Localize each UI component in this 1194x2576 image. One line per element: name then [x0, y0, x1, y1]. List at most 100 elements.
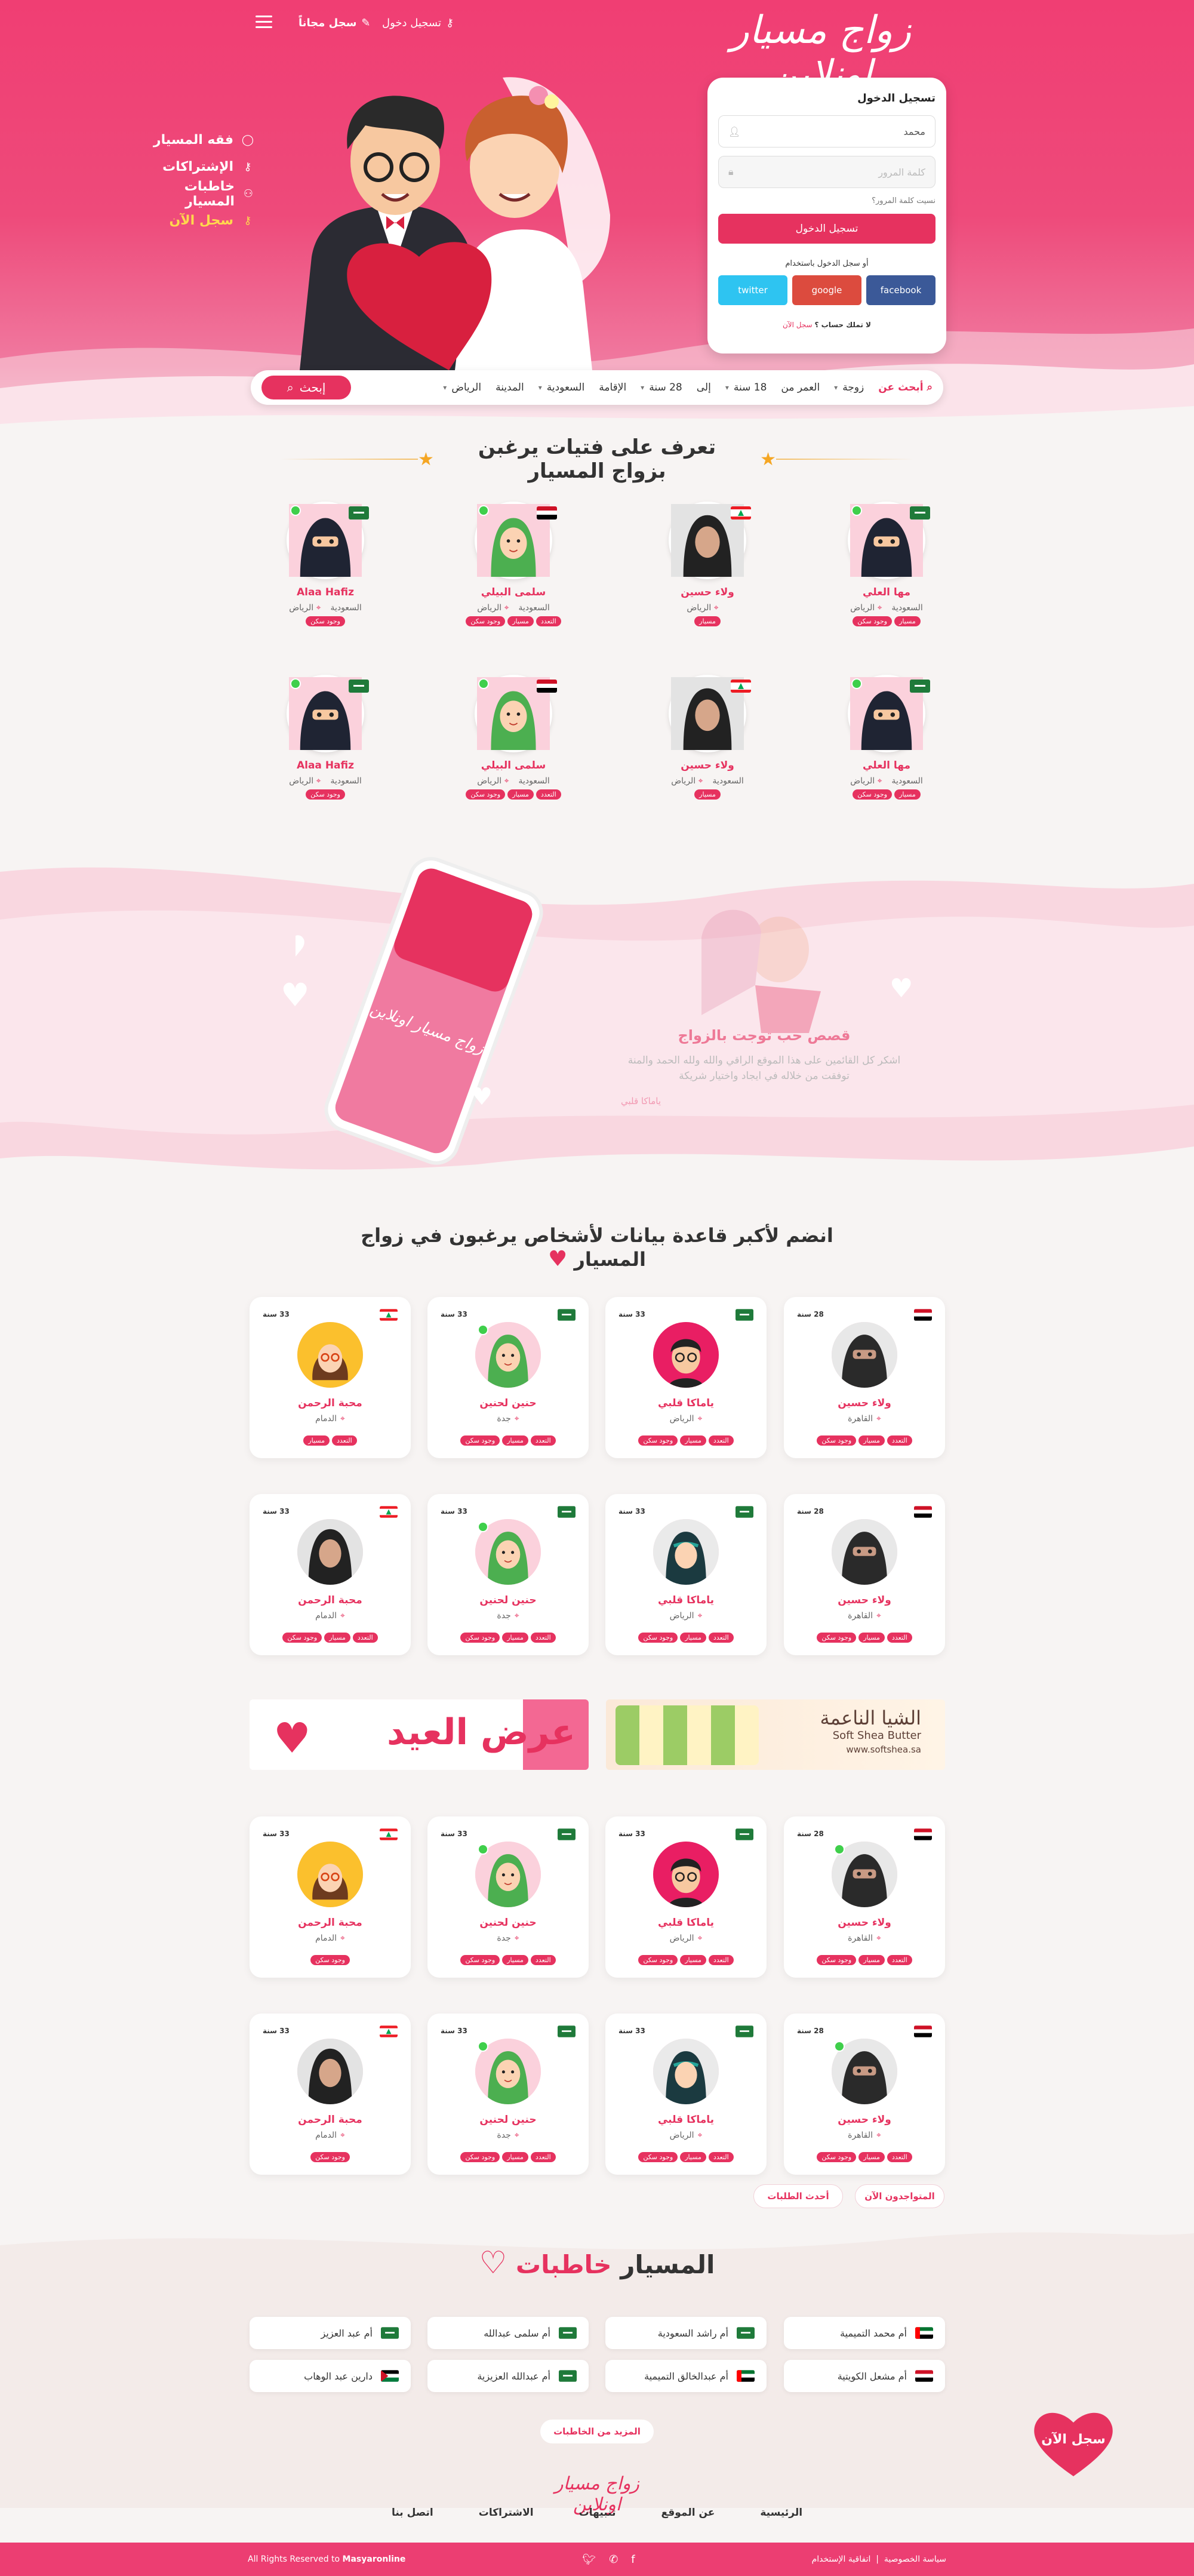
- privacy-link[interactable]: سياسة الخصوصية: [884, 2555, 946, 2564]
- tab-latest-requests[interactable]: أحدث الطلبات: [753, 2184, 843, 2208]
- shea-butter-ad[interactable]: الشيا الناعمة Soft Shea Butter www.softs…: [606, 1699, 945, 1770]
- forgot-password-link[interactable]: نسيت كلمة المرور؟: [718, 196, 935, 205]
- profile-country: السعودية: [891, 776, 923, 786]
- footer-link-subscriptions[interactable]: الاشتراكات: [479, 2507, 534, 2519]
- register-now-float-button[interactable]: سجل الآن: [1032, 2408, 1115, 2479]
- footer-link-contact[interactable]: اتصل بنا: [392, 2507, 433, 2519]
- profile-card[interactable]: مها العلي السعودية ⌖ الرياض مسيار وجود سكن: [827, 675, 946, 800]
- member-name: حنين لحنين: [479, 1594, 537, 1606]
- twitter-button[interactable]: twitter: [718, 275, 787, 305]
- facebook-button[interactable]: facebook: [866, 275, 935, 305]
- member-age: 33 سنة: [441, 1830, 467, 1838]
- tab-online-now[interactable]: المتواجدون الآن: [855, 2184, 944, 2208]
- chevron-down-icon: ▾: [443, 383, 447, 392]
- member-age: 28 سنة: [797, 1830, 824, 1838]
- location-pin-icon: ⌖: [696, 776, 703, 786]
- age-from-select[interactable]: 18 سنة ▾: [725, 382, 767, 394]
- eid-offer-ad[interactable]: عرض العيد ♥: [250, 1699, 589, 1770]
- matchmaker-item[interactable]: أم عبدالخالق التميمية: [605, 2360, 767, 2392]
- member-card[interactable]: 28 سنة ولاء حسين ⌖ القاهرة التعدد مسيار وجود س…: [784, 1297, 945, 1458]
- header-register-link[interactable]: ✎ سجل مجاناً: [298, 17, 371, 29]
- terms-link[interactable]: اتفاقية الإستخدام: [812, 2555, 871, 2564]
- twitter-icon[interactable]: 🐦︎: [582, 2553, 596, 2566]
- avatar: [669, 502, 751, 579]
- member-card[interactable]: 33 سنة ياماكا قلبي ⌖ الرياض التعدد مسيار وجود …: [605, 1494, 767, 1655]
- member-age: 33 سنة: [263, 1310, 290, 1318]
- age-to-select[interactable]: 28 سنة ▾: [641, 382, 682, 394]
- profile-country: السعودية: [518, 776, 550, 786]
- tag-badge: مسيار: [502, 2152, 528, 2162]
- profile-card[interactable]: ولاء حسين ⌖ الرياض مسيار: [648, 502, 767, 626]
- side-nav-item-subscriptions[interactable]: ⚷ الإشتراكات: [140, 153, 254, 180]
- member-card[interactable]: 33 سنة ياماكا قلبي ⌖ الرياض التعدد مسيار وجود …: [605, 2014, 767, 2175]
- member-city: الرياض: [669, 1414, 694, 1424]
- profile-card[interactable]: سلمى البيلي السعودية ⌖ الرياض التعدد مسيار وج…: [454, 675, 573, 800]
- member-card[interactable]: 28 سنة ولاء حسين ⌖ القاهرة التعدد مسيار وجود س…: [784, 1816, 945, 1978]
- register-link[interactable]: سجل الآن: [783, 321, 813, 329]
- member-card[interactable]: 28 سنة ولاء حسين ⌖ القاهرة التعدد مسيار وجود س…: [784, 1494, 945, 1655]
- side-nav-item-matchmakers[interactable]: ⚇ خاطبات المسيار: [140, 179, 254, 209]
- member-card[interactable]: 33 سنة ياماكا قلبي ⌖ الرياض التعدد مسيار وجود …: [605, 1297, 767, 1458]
- member-tags: التعدد مسيار وجود سكن: [250, 1633, 411, 1643]
- member-card[interactable]: 33 سنة محبة الرحمن ⌖ الدمام التعدد مسيار: [250, 1297, 411, 1458]
- whatsapp-icon[interactable]: ✆: [609, 2553, 618, 2566]
- matchmaker-item[interactable]: دارين عبد الوهاب: [250, 2360, 411, 2392]
- member-card[interactable]: 33 سنة محبة الرحمن ⌖ الدمام التعدد مسيار وجود …: [250, 1494, 411, 1655]
- header-login-link[interactable]: ⚷ تسجيل دخول: [382, 17, 454, 29]
- svg-text:سجل الآن: سجل الآن: [1041, 2431, 1106, 2447]
- footer-link-about[interactable]: عن الموقع: [661, 2507, 715, 2519]
- location-pin-icon: ⌖: [876, 1933, 881, 1943]
- tag-badge: وجود سكن: [460, 1955, 500, 1965]
- profile-card[interactable]: Alaa Hafiz السعودية ⌖ الرياض وجود سكن: [266, 675, 385, 800]
- matchmaker-item[interactable]: أم مشعل الكويتية: [784, 2360, 945, 2392]
- search-button[interactable]: إبحث ⌕: [261, 376, 351, 399]
- avatar: [475, 2039, 541, 2104]
- tag-badge: التعدد: [536, 789, 561, 800]
- side-nav-item-fiqh[interactable]: ◯ فقه المسيار: [140, 127, 254, 153]
- member-age: 33 سنة: [441, 2027, 467, 2035]
- password-field[interactable]: كلمة المرور 🔒︎: [718, 156, 935, 188]
- city-label: المدينة: [496, 382, 524, 394]
- matchmaker-item[interactable]: أم محمد التميمية: [784, 2317, 945, 2349]
- side-nav-item-register[interactable]: ⚷ سجل الآن: [140, 207, 254, 234]
- google-button[interactable]: google: [792, 275, 861, 305]
- footer-link-alerts[interactable]: تنبيهات: [579, 2507, 616, 2519]
- more-matchmakers-button[interactable]: المزيد من الخاطبات: [540, 2420, 654, 2443]
- residence-select[interactable]: السعودية ▾: [538, 382, 585, 394]
- member-card[interactable]: 28 سنة ولاء حسين ⌖ القاهرة التعدد مسيار وجود س…: [784, 2014, 945, 2175]
- member-card[interactable]: 33 سنة ياماكا قلبي ⌖ الرياض التعدد مسيار وجود …: [605, 1816, 767, 1978]
- matchmaker-item[interactable]: أم عبدالله العزيزية: [427, 2360, 589, 2392]
- matchmaker-item[interactable]: أم راشد السعودية: [605, 2317, 767, 2349]
- member-location: ⌖ جدة: [427, 2131, 589, 2140]
- star-icon: ★: [418, 448, 434, 470]
- tag-badge: التعدد: [530, 1955, 556, 1965]
- matchmaker-item[interactable]: أم عبد العزيز: [250, 2317, 411, 2349]
- city-select[interactable]: الرياض ▾: [443, 382, 481, 394]
- profile-card[interactable]: Alaa Hafiz السعودية ⌖ الرياض وجود سكن: [266, 502, 385, 626]
- login-button[interactable]: تسجيل الدخول: [718, 214, 935, 244]
- member-card[interactable]: 33 سنة حنين لحنين ⌖ جدة التعدد مسيار وجود سكن: [427, 1816, 589, 1978]
- member-card[interactable]: 33 سنة حنين لحنين ⌖ جدة التعدد مسيار وجود سكن: [427, 2014, 589, 2175]
- member-location: ⌖ الرياض: [605, 1414, 767, 1424]
- footer-link-home[interactable]: الرئيسية: [760, 2507, 802, 2519]
- online-indicator: [834, 2041, 845, 2052]
- matchmaker-item[interactable]: أم سلمى عبدالله: [427, 2317, 589, 2349]
- menu-icon[interactable]: [256, 16, 272, 29]
- member-card[interactable]: 33 سنة محبة الرحمن ⌖ الدمام وجود سكن: [250, 2014, 411, 2175]
- no-account-text: لا تملك حساب ؟ سجل الآن: [782, 321, 871, 329]
- tag-badge: مسيار: [858, 1435, 885, 1446]
- online-indicator: [290, 505, 301, 516]
- sa-flag-icon: [381, 2327, 399, 2339]
- profile-card[interactable]: سلمى البيلي السعودية ⌖ الرياض التعدد مسيار وج…: [454, 502, 573, 626]
- member-card[interactable]: 33 سنة حنين لحنين ⌖ جدة التعدد مسيار وجود سكن: [427, 1297, 589, 1458]
- profile-card[interactable]: مها العلي السعودية ⌖ الرياض مسيار وجود سكن: [827, 502, 946, 626]
- online-indicator: [478, 1324, 488, 1335]
- member-card[interactable]: 33 سنة محبة الرحمن ⌖ الدمام وجود سكن: [250, 1816, 411, 1978]
- search-label: ⌕ أبحث عن: [878, 382, 933, 394]
- member-location: ⌖ الدمام: [250, 2131, 411, 2140]
- facebook-icon[interactable]: f: [631, 2553, 635, 2566]
- member-card[interactable]: 33 سنة حنين لحنين ⌖ جدة التعدد مسيار وجود سكن: [427, 1494, 589, 1655]
- gender-select[interactable]: زوجة ▾: [834, 382, 864, 394]
- profile-card[interactable]: ولاء حسين السعودية ⌖ الرياض مسيار: [648, 675, 767, 800]
- username-field[interactable]: محمد 👤︎: [718, 115, 935, 147]
